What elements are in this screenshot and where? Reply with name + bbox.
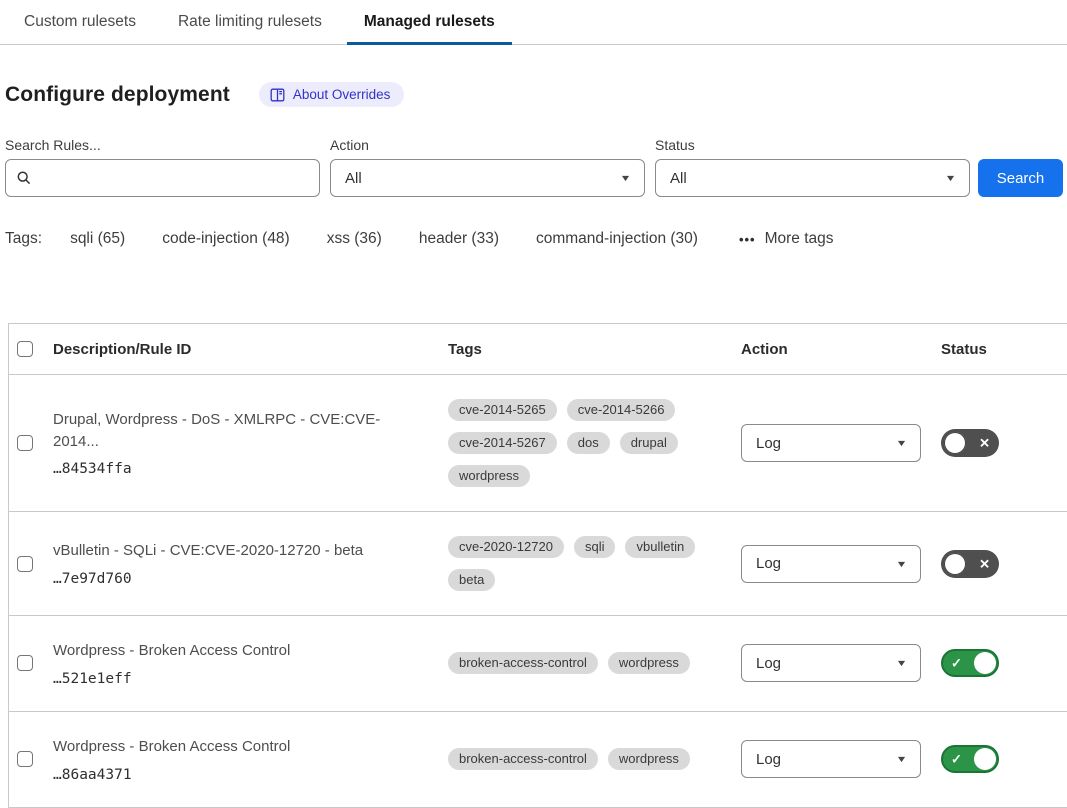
table-header-row: Description/Rule ID Tags Action Status xyxy=(9,324,1067,375)
tag-pill: broken-access-control xyxy=(448,652,598,674)
status-filter-field: Status All ▼ xyxy=(655,137,970,197)
rule-id: …84534ffa xyxy=(53,461,420,477)
tab-rate-limiting-rulesets[interactable]: Rate limiting rulesets xyxy=(178,0,322,44)
status-toggle[interactable]: ✕ xyxy=(941,429,999,457)
select-all-checkbox[interactable] xyxy=(17,341,33,357)
about-overrides-link[interactable]: About Overrides xyxy=(259,82,405,107)
tab-managed-rulesets[interactable]: Managed rulesets xyxy=(364,0,495,44)
search-rules-label: Search Rules... xyxy=(5,137,320,153)
about-overrides-label: About Overrides xyxy=(293,87,391,102)
tag-pill: cve-2014-5267 xyxy=(448,432,557,454)
rule-tags: broken-access-control wordpress xyxy=(448,748,698,770)
row-checkbox[interactable] xyxy=(17,655,33,671)
tag-filter-command-injection[interactable]: command-injection (30) xyxy=(536,230,698,248)
toggle-state-icon: ✓ xyxy=(951,657,962,670)
status-filter-value: All xyxy=(670,170,687,187)
action-filter-label: Action xyxy=(330,137,645,153)
rule-tags: cve-2020-12720 sqli vbulletin beta xyxy=(448,536,698,591)
tag-filter-xss[interactable]: xss (36) xyxy=(327,230,382,248)
action-select[interactable]: Log ▼ xyxy=(741,424,921,462)
chevron-down-icon: ▼ xyxy=(896,438,908,448)
row-checkbox[interactable] xyxy=(17,435,33,451)
table-row: Drupal, Wordpress - DoS - XMLRPC - CVE:C… xyxy=(9,375,1067,512)
action-select-value: Log xyxy=(756,655,781,672)
tag-filter-code-injection[interactable]: code-injection (48) xyxy=(162,230,290,248)
search-rules-field: Search Rules... xyxy=(5,137,320,197)
rule-id: …7e97d760 xyxy=(53,571,420,587)
tag-pill: vbulletin xyxy=(625,536,695,558)
action-filter-select[interactable]: All ▼ xyxy=(330,159,645,197)
ellipsis-icon: ••• xyxy=(739,232,756,247)
page-title: Configure deployment xyxy=(5,83,230,107)
chevron-down-icon: ▼ xyxy=(896,658,908,668)
managed-rules-table: Description/Rule ID Tags Action Status D… xyxy=(8,323,1067,808)
search-button[interactable]: Search xyxy=(978,159,1063,197)
toggle-state-icon: ✓ xyxy=(951,753,962,766)
tag-pill: broken-access-control xyxy=(448,748,598,770)
tag-pill: wordpress xyxy=(608,652,690,674)
rule-id: …521e1eff xyxy=(53,671,420,687)
ruleset-tabs: Custom rulesets Rate limiting rulesets M… xyxy=(0,0,1067,45)
toggle-knob xyxy=(944,432,966,454)
rule-description: vBulletin - SQLi - CVE:CVE-2020-12720 - … xyxy=(53,540,420,562)
tag-pill: sqli xyxy=(574,536,616,558)
action-select[interactable]: Log ▼ xyxy=(741,740,921,778)
tag-filter-header[interactable]: header (33) xyxy=(419,230,499,248)
book-icon xyxy=(270,88,285,102)
action-select-value: Log xyxy=(756,555,781,572)
column-header-description: Description/Rule ID xyxy=(53,341,448,358)
tag-pill: dos xyxy=(567,432,610,454)
tag-pill: cve-2020-12720 xyxy=(448,536,564,558)
rule-tags: broken-access-control wordpress xyxy=(448,652,698,674)
row-checkbox[interactable] xyxy=(17,556,33,572)
chevron-down-icon: ▼ xyxy=(896,754,908,764)
rule-description: Drupal, Wordpress - DoS - XMLRPC - CVE:C… xyxy=(53,409,420,453)
toggle-knob xyxy=(974,748,996,770)
tag-pill: cve-2014-5265 xyxy=(448,399,557,421)
column-header-tags: Tags xyxy=(448,341,741,358)
status-filter-label: Status xyxy=(655,137,970,153)
search-input[interactable] xyxy=(40,170,309,187)
table-row: Wordpress - Broken Access Control …86aa4… xyxy=(9,712,1067,808)
status-toggle[interactable]: ✕ xyxy=(941,550,999,578)
action-select-value: Log xyxy=(756,751,781,768)
status-toggle[interactable]: ✓ xyxy=(941,649,999,677)
status-filter-select[interactable]: All ▼ xyxy=(655,159,970,197)
column-header-status: Status xyxy=(941,341,1067,358)
tag-pill: wordpress xyxy=(448,465,530,487)
tab-custom-rulesets[interactable]: Custom rulesets xyxy=(24,0,136,44)
action-select[interactable]: Log ▼ xyxy=(741,644,921,682)
tag-pill: drupal xyxy=(620,432,678,454)
rule-tags: cve-2014-5265 cve-2014-5266 cve-2014-5267 d… xyxy=(448,399,698,487)
tags-bar: Tags: sqli (65) code-injection (48) xss … xyxy=(5,230,1067,248)
tag-pill: beta xyxy=(448,569,495,591)
more-tags-button[interactable]: ••• More tags xyxy=(739,230,834,248)
action-filter-value: All xyxy=(345,170,362,187)
tag-pill: cve-2014-5266 xyxy=(567,399,676,421)
table-row: vBulletin - SQLi - CVE:CVE-2020-12720 - … xyxy=(9,512,1067,616)
tags-bar-label: Tags: xyxy=(5,230,42,248)
chevron-down-icon: ▼ xyxy=(896,559,908,569)
rule-description: Wordpress - Broken Access Control xyxy=(53,640,420,662)
row-checkbox[interactable] xyxy=(17,751,33,767)
table-row: Wordpress - Broken Access Control …521e1… xyxy=(9,616,1067,712)
action-select-value: Log xyxy=(756,435,781,452)
tag-pill: wordpress xyxy=(608,748,690,770)
tag-filter-sqli[interactable]: sqli (65) xyxy=(70,230,125,248)
toggle-knob xyxy=(974,652,996,674)
chevron-down-icon: ▼ xyxy=(620,173,632,183)
action-filter-field: Action All ▼ xyxy=(330,137,645,197)
toggle-knob xyxy=(944,553,966,575)
toggle-state-icon: ✕ xyxy=(979,437,990,450)
more-tags-label: More tags xyxy=(765,230,834,248)
action-select[interactable]: Log ▼ xyxy=(741,545,921,583)
toggle-state-icon: ✕ xyxy=(979,557,990,570)
column-header-action: Action xyxy=(741,341,941,358)
chevron-down-icon: ▼ xyxy=(945,173,957,183)
status-toggle[interactable]: ✓ xyxy=(941,745,999,773)
rule-id: …86aa4371 xyxy=(53,767,420,783)
search-icon xyxy=(16,170,32,186)
rule-description: Wordpress - Broken Access Control xyxy=(53,736,420,758)
